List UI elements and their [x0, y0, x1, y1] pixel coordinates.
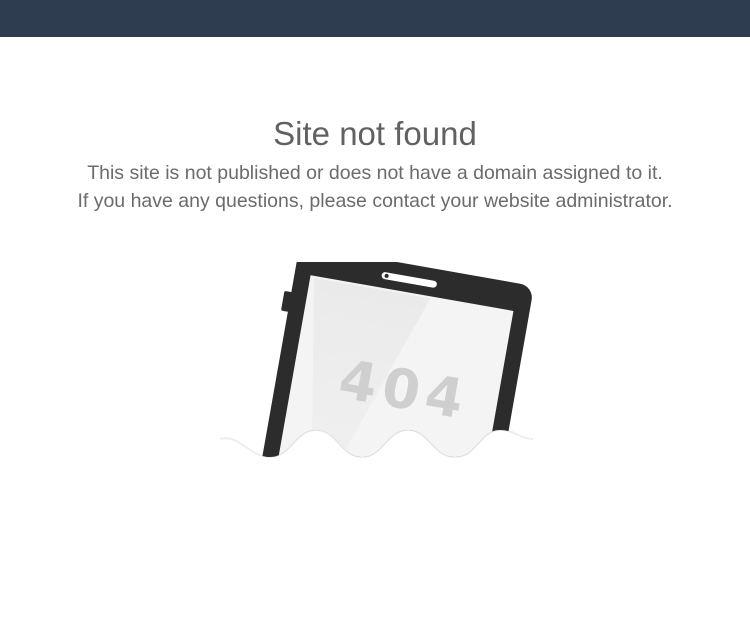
error-description-line-2: If you have any questions, please contac…: [77, 190, 673, 212]
error-page-content: Site not found This site is not publishe…: [0, 0, 750, 628]
error-description-line-1: This site is not published or does not h…: [87, 162, 663, 184]
page-title: Site not found: [273, 115, 477, 152]
tablet-404-illustration: 404: [219, 262, 534, 459]
